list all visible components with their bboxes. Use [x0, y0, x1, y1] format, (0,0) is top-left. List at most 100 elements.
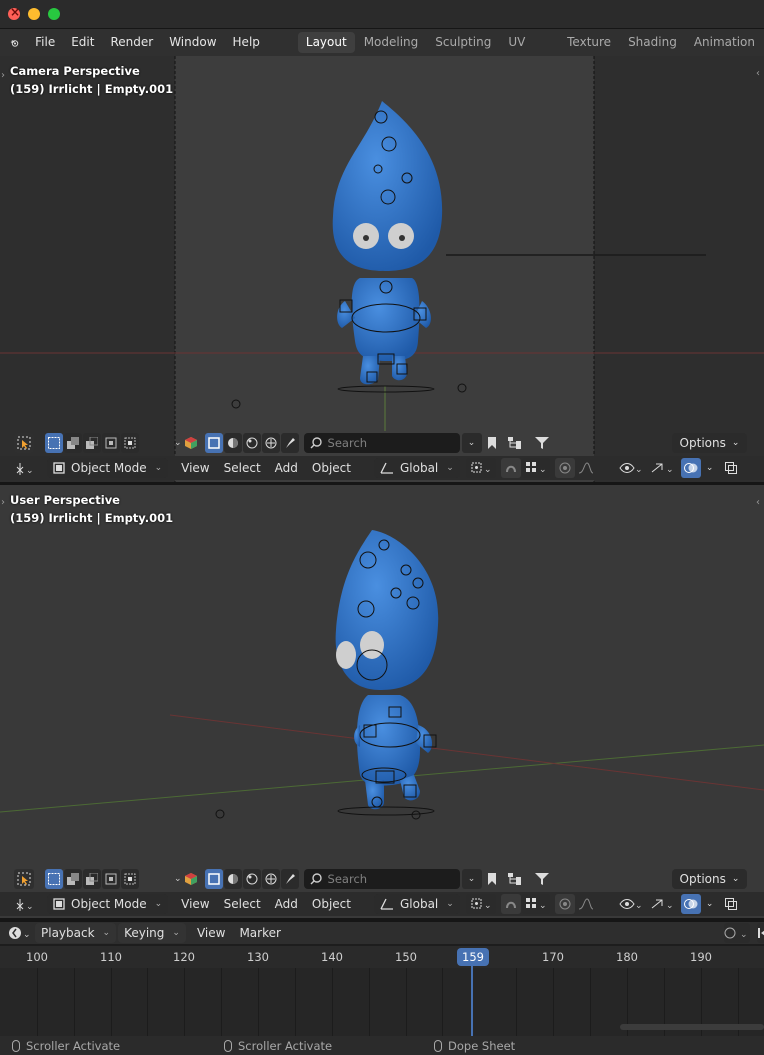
paint-brush-icon[interactable] [280, 869, 299, 889]
menu-edit[interactable]: Edit [63, 29, 102, 56]
transform-orientation-dropdown[interactable]: Global ⌄ [373, 894, 460, 914]
mode-subtract-icon[interactable] [83, 869, 101, 889]
tab-layout[interactable]: Layout [297, 32, 355, 53]
falloff-icon[interactable] [576, 894, 602, 914]
filter-icon[interactable] [529, 869, 555, 889]
overlays-icon[interactable] [680, 894, 701, 914]
user-viewport[interactable]: User Perspective (159) Irrlicht | Empty.… [0, 485, 764, 918]
tab-shading[interactable]: Shading [620, 32, 685, 53]
collapse-right-icon[interactable]: ‹ [756, 68, 760, 79]
transform-orientation-dropdown[interactable]: Global ⌄ [373, 458, 460, 478]
shading-solid-icon[interactable] [223, 869, 242, 889]
menu-object[interactable]: Object [305, 897, 358, 911]
editor-type-icon[interactable]: ⌄ [10, 458, 40, 478]
menu-object[interactable]: Object [305, 461, 358, 475]
auto-keying-icon[interactable]: ⌄ [723, 923, 750, 943]
search-field[interactable]: Search [303, 433, 460, 453]
menu-help[interactable]: Help [225, 29, 268, 56]
minimize-window-button[interactable] [28, 8, 40, 20]
object-type-visibility-icon[interactable] [182, 433, 200, 453]
mode-invert-icon[interactable] [102, 433, 120, 453]
collapse-right-icon[interactable]: ‹ [756, 497, 760, 508]
current-frame-indicator[interactable]: 159 [457, 948, 489, 966]
mode-intersect-icon[interactable] [121, 869, 139, 889]
visibility-eye-icon[interactable]: ⌄ [615, 458, 645, 478]
proportional-edit-icon[interactable] [554, 458, 575, 478]
collapse-left-icon[interactable]: › [1, 497, 5, 508]
mode-invert-icon[interactable] [102, 869, 120, 889]
select-tool-icon[interactable] [14, 869, 34, 889]
shading-rendered-icon[interactable] [261, 433, 280, 453]
mode-subtract-icon[interactable] [83, 433, 101, 453]
playback-dropdown[interactable]: Playback ⌄ [35, 923, 117, 943]
gizmo-icon[interactable]: ⌄ [646, 894, 676, 914]
paint-brush-icon[interactable] [280, 433, 299, 453]
filter-icon[interactable] [529, 433, 555, 453]
chevron-down-icon[interactable]: ⌄ [174, 438, 182, 448]
close-window-button[interactable] [8, 5, 20, 20]
select-tool-icon[interactable] [14, 433, 34, 453]
mode-extend-icon[interactable] [64, 869, 82, 889]
timeline-scrollbar[interactable] [620, 1024, 764, 1030]
search-field[interactable]: Search [303, 869, 460, 889]
search-dropdown-icon[interactable]: ⌄ [461, 869, 482, 889]
menu-select[interactable]: Select [217, 897, 268, 911]
chevron-down-icon[interactable]: ⌄ [706, 463, 714, 473]
options-dropdown[interactable]: Options ⌄ [671, 433, 748, 453]
shading-rendered-icon[interactable] [261, 869, 280, 889]
snap-icon[interactable] [500, 458, 521, 478]
jump-to-start-icon[interactable] [756, 923, 764, 943]
menu-render[interactable]: Render [102, 29, 161, 56]
options-dropdown[interactable]: Options ⌄ [671, 869, 748, 889]
menu-marker[interactable]: Marker [232, 926, 287, 940]
mode-set-icon[interactable] [45, 869, 63, 889]
shading-material-icon[interactable] [242, 433, 261, 453]
proportional-edit-icon[interactable] [554, 894, 575, 914]
tab-animation[interactable]: Animation [686, 32, 763, 53]
pivot-point-icon[interactable]: ⌄ [465, 894, 496, 914]
blender-logo-icon[interactable] [10, 34, 19, 52]
menu-add[interactable]: Add [268, 461, 305, 475]
frame-ruler[interactable]: 100 110 120 130 140 150 170 180 190 159 [0, 946, 764, 968]
pivot-point-icon[interactable]: ⌄ [465, 458, 496, 478]
shading-wireframe-icon[interactable] [204, 433, 223, 453]
search-dropdown-icon[interactable]: ⌄ [461, 433, 482, 453]
xray-icon[interactable] [721, 458, 741, 478]
maximize-window-button[interactable] [48, 8, 60, 20]
snap-target-icon[interactable]: ⌄ [521, 458, 550, 478]
menu-view[interactable]: View [190, 926, 232, 940]
object-type-visibility-icon[interactable] [182, 869, 200, 889]
tab-uv-editing[interactable]: UV Editing [500, 32, 558, 70]
shading-wireframe-icon[interactable] [204, 869, 223, 889]
chevron-down-icon[interactable]: ⌄ [174, 874, 182, 884]
menu-file[interactable]: File [27, 29, 63, 56]
tab-texture-paint[interactable]: Texture Paint [559, 32, 619, 70]
snap-icon[interactable] [500, 894, 521, 914]
gizmo-icon[interactable]: ⌄ [646, 458, 676, 478]
visibility-eye-icon[interactable]: ⌄ [615, 894, 645, 914]
mode-intersect-icon[interactable] [121, 433, 139, 453]
menu-select[interactable]: Select [217, 461, 268, 475]
mode-extend-icon[interactable] [64, 433, 82, 453]
xray-icon[interactable] [721, 894, 741, 914]
collapse-left-icon[interactable]: › [1, 70, 5, 81]
bookmark-icon[interactable] [483, 869, 501, 889]
chevron-down-icon[interactable]: ⌄ [706, 899, 714, 909]
menu-add[interactable]: Add [268, 897, 305, 911]
object-mode-dropdown[interactable]: Object Mode ⌄ [47, 458, 169, 478]
menu-window[interactable]: Window [161, 29, 224, 56]
menu-view[interactable]: View [174, 897, 216, 911]
overlays-icon[interactable] [680, 458, 701, 478]
tab-sculpting[interactable]: Sculpting [427, 32, 499, 53]
tab-modeling[interactable]: Modeling [356, 32, 427, 53]
timeline-editor-icon[interactable]: ⌄ [8, 923, 30, 943]
hierarchy-icon[interactable] [502, 433, 528, 453]
mode-set-icon[interactable] [45, 433, 63, 453]
camera-viewport[interactable]: Camera Perspective (159) Irrlicht | Empt… [0, 56, 764, 482]
falloff-icon[interactable] [576, 458, 602, 478]
timeline-track-area[interactable] [0, 968, 764, 1036]
menu-view[interactable]: View [174, 461, 216, 475]
object-mode-dropdown[interactable]: Object Mode ⌄ [47, 894, 169, 914]
hierarchy-icon[interactable] [502, 869, 528, 889]
shading-material-icon[interactable] [242, 869, 261, 889]
